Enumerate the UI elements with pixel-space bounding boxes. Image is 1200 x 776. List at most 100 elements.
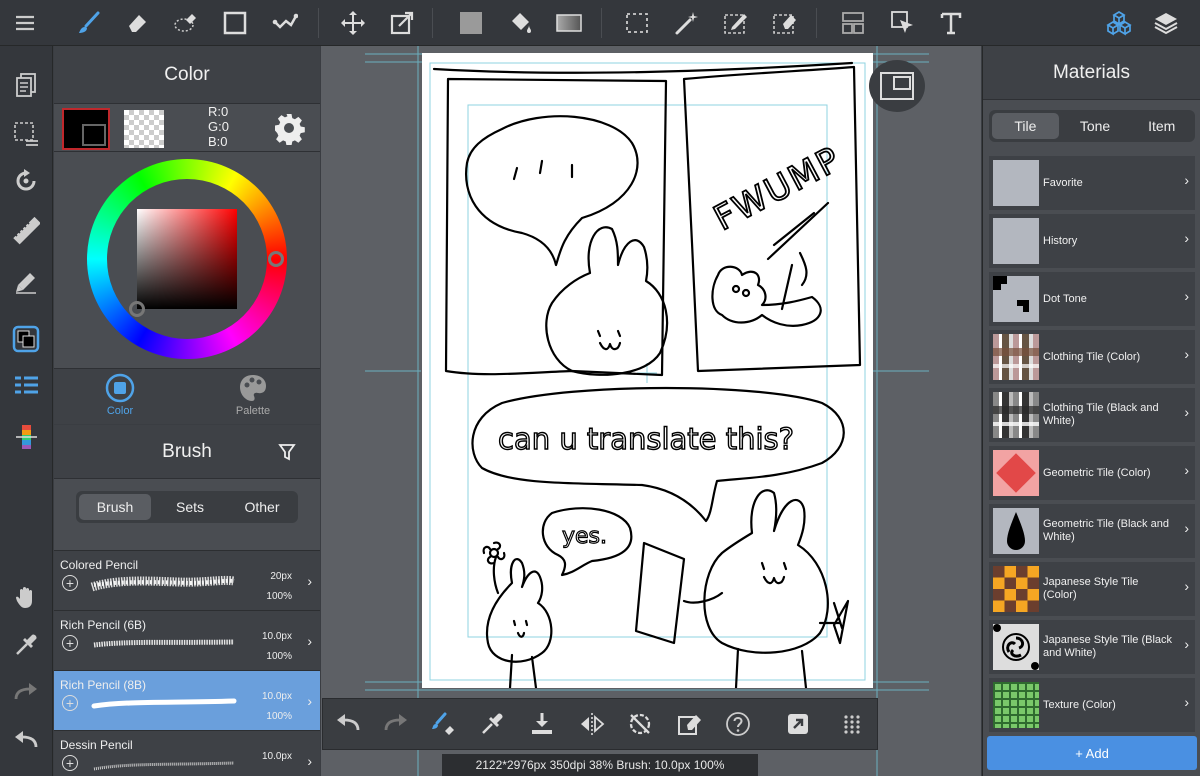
tab-other[interactable]: Other — [226, 491, 298, 523]
fill-color-button[interactable] — [454, 6, 488, 40]
material-item-texture-color[interactable]: Texture (Color) › — [989, 678, 1195, 732]
frame-divide-button[interactable] — [836, 6, 870, 40]
color-picker-knob[interactable] — [129, 301, 145, 317]
add-brush-icon[interactable]: + — [62, 635, 78, 651]
rotate-canvas-button[interactable] — [9, 164, 43, 198]
quick-external-button[interactable] — [781, 707, 815, 741]
material-item-japanese-tile-color[interactable]: Japanese Style Tile (Color) › — [989, 562, 1195, 616]
color-bar-button[interactable] — [9, 420, 43, 454]
quick-import-button[interactable] — [525, 707, 559, 741]
text-tool-button[interactable] — [934, 6, 968, 40]
material-label: History — [1043, 234, 1078, 247]
hand-icon — [16, 586, 32, 608]
toolbar-divider — [432, 8, 433, 38]
quick-eyedropper-button[interactable] — [475, 707, 509, 741]
chevron-right-icon: › — [1184, 578, 1189, 594]
quick-brush-toggle-button[interactable] — [427, 707, 461, 741]
chevron-right-icon[interactable]: › — [307, 633, 312, 649]
brush-tool-button[interactable] — [72, 6, 106, 40]
filter-icon[interactable] — [278, 443, 296, 461]
add-brush-icon[interactable]: + — [62, 695, 78, 711]
brush-stroke-preview — [93, 639, 235, 648]
material-item-favorite[interactable]: Favorite › — [989, 156, 1195, 210]
quick-flip-button[interactable] — [575, 707, 609, 741]
tab-color[interactable]: Color — [80, 373, 160, 423]
object-select-button[interactable] — [886, 6, 920, 40]
hue-knob[interactable] — [268, 251, 284, 267]
selection-layer-button[interactable] — [9, 116, 43, 150]
material-item-clothing-tile-bw[interactable]: Clothing Tile (Black and White) › — [989, 388, 1195, 442]
brush-name: Rich Pencil (6B) — [60, 618, 147, 632]
transform-tool-button[interactable] — [385, 6, 419, 40]
pen-settings-button[interactable] — [9, 264, 43, 298]
layers-toggle-button[interactable] — [1149, 6, 1183, 40]
redo-button[interactable] — [9, 676, 43, 710]
brush-item-dessin-pencil[interactable]: Dessin Pencil + 10.0px › — [54, 730, 320, 776]
tab-tile[interactable]: Tile — [992, 113, 1059, 139]
brush-item-rich-pencil-6b[interactable]: Rich Pencil (6B) + 10.0px 100% › — [54, 610, 320, 670]
canvas-area[interactable]: FWUMP can u translate this? yes. — [321, 46, 981, 776]
quick-help-button[interactable] — [721, 707, 755, 741]
chevron-right-icon[interactable]: › — [307, 753, 312, 769]
selection-eraser-button[interactable] — [168, 6, 202, 40]
selection-pen-button[interactable] — [719, 6, 753, 40]
eraser-tool-button[interactable] — [120, 6, 154, 40]
material-item-geometric-tile-bw[interactable]: Geometric Tile (Black and White) › — [989, 504, 1195, 558]
rect-select-button[interactable] — [620, 6, 654, 40]
material-item-dot-tone[interactable]: Dot Tone › — [989, 272, 1195, 326]
tab-brush[interactable]: Brush — [79, 494, 151, 520]
transparent-color-swatch[interactable] — [124, 110, 164, 148]
material-item-japanese-tile-bw[interactable]: Japanese Style Tile (Black and White) › — [989, 620, 1195, 674]
toolbar-divider — [601, 8, 602, 38]
material-label: Japanese Style Tile (Color) — [1043, 576, 1139, 601]
move-tool-button[interactable] — [336, 6, 370, 40]
quick-redo-button[interactable] — [379, 707, 413, 741]
quick-clear-button[interactable] — [673, 707, 707, 741]
menu-button[interactable] — [8, 6, 42, 40]
correct-line-button[interactable] — [268, 6, 302, 40]
undo-button[interactable] — [9, 724, 43, 758]
sub-color-swatch[interactable] — [82, 124, 106, 146]
navigator-button[interactable] — [869, 60, 925, 112]
add-material-button[interactable]: + Add — [987, 736, 1197, 770]
fill-tool-button[interactable] — [503, 6, 537, 40]
ruler-button[interactable] — [9, 214, 43, 248]
material-item-geometric-tile-color[interactable]: Geometric Tile (Color) › — [989, 446, 1195, 500]
quick-more-button[interactable] — [835, 707, 869, 741]
current-color-button[interactable] — [9, 322, 43, 356]
gear-icon[interactable] — [272, 111, 306, 145]
chevron-right-icon[interactable]: › — [307, 693, 312, 709]
brush-stroke-preview — [90, 575, 235, 592]
quick-undo-button[interactable] — [331, 707, 365, 741]
tab-item[interactable]: Item — [1128, 110, 1195, 142]
materials-toggle-button[interactable] — [1102, 6, 1136, 40]
tab-sets[interactable]: Sets — [154, 491, 226, 523]
material-thumbnail — [993, 566, 1039, 612]
material-item-history[interactable]: History › — [989, 214, 1195, 268]
main-color-swatch[interactable] — [62, 108, 110, 150]
brush-item-rich-pencil-8b[interactable]: Rich Pencil (8B) + 10.0px 100% › — [54, 670, 320, 730]
selection-erase-button[interactable] — [768, 6, 802, 40]
gradient-tool-button[interactable] — [552, 6, 586, 40]
material-label: Clothing Tile (Black and White) — [1043, 402, 1159, 427]
tab-tone[interactable]: Tone — [1062, 110, 1129, 142]
blue-value: B:0 — [208, 134, 228, 149]
add-brush-icon[interactable]: + — [62, 755, 78, 771]
brush-panel-header: Brush — [54, 425, 320, 479]
magic-wand-button[interactable] — [670, 6, 704, 40]
add-brush-icon[interactable]: + — [62, 575, 78, 591]
hand-tool-button[interactable] — [9, 580, 43, 614]
quick-rotate-reset-button[interactable] — [623, 707, 657, 741]
layer-list-button[interactable] — [9, 370, 43, 404]
brush-item-colored-pencil[interactable]: Colored Pencil + 20px 100% › — [54, 550, 320, 610]
pages-button[interactable] — [9, 68, 43, 102]
tab-palette[interactable]: Palette — [213, 373, 293, 423]
rectangle-tool-button[interactable] — [218, 6, 252, 40]
manuscript-page[interactable]: FWUMP can u translate this? yes. — [422, 53, 873, 688]
rotate-icon — [16, 169, 36, 191]
material-item-clothing-tile-color[interactable]: Clothing Tile (Color) › — [989, 330, 1195, 384]
chevron-right-icon[interactable]: › — [307, 573, 312, 589]
saturation-brightness-square[interactable] — [137, 209, 237, 309]
pen-icon — [16, 273, 36, 294]
eyedropper-button[interactable] — [9, 628, 43, 662]
